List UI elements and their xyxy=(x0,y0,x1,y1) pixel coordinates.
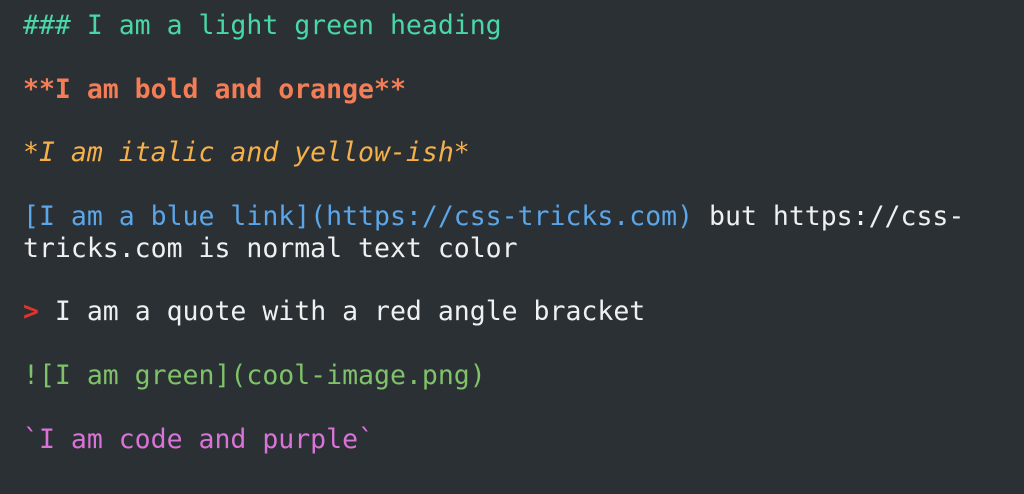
italic-line: *I am italic and yellow-ish* xyxy=(23,137,470,169)
link-line-wrap: tricks.com is normal text color xyxy=(23,232,518,264)
markdown-editor[interactable]: ### I am a light green heading **I am bo… xyxy=(0,0,1024,494)
plain-url-text: but https://css- xyxy=(693,200,965,232)
code-line: `I am code and purple` xyxy=(23,423,374,455)
markdown-link[interactable]: [I am a blue link](https://css-tricks.co… xyxy=(23,201,693,232)
quote-line: > I am a quote with a red angle bracket xyxy=(23,296,1024,328)
link-line: [I am a blue link](https://css-tricks.co… xyxy=(23,201,1024,233)
heading-line: ### I am a light green heading xyxy=(23,10,502,41)
image-line: ![I am green](cool-image.png) xyxy=(23,359,486,391)
quote-marker: > xyxy=(23,296,39,328)
bold-line: **I am bold and orange** xyxy=(23,73,406,105)
quote-text: I am a quote with a red angle bracket xyxy=(38,296,646,328)
